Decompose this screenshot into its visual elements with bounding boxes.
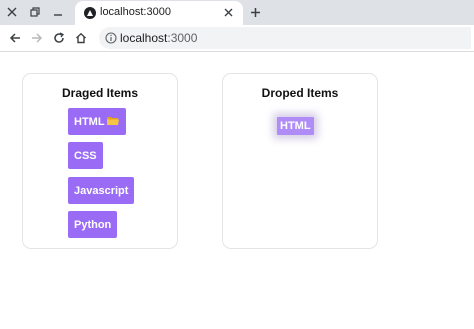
back-icon[interactable] [6, 29, 24, 47]
close-window-icon[interactable] [4, 4, 20, 20]
draggable-item-css[interactable]: CSS [68, 142, 103, 169]
new-tab-icon[interactable] [247, 4, 263, 20]
tab-title: localhost:3000 [100, 6, 171, 18]
item-label: Python [74, 218, 112, 231]
site-info-icon[interactable] [105, 32, 117, 44]
dropped-item-html[interactable]: HTML [277, 117, 314, 135]
browser-toolbar: localhost:3000 [0, 25, 474, 52]
item-label: HTML [280, 120, 311, 132]
restore-window-icon[interactable] [27, 4, 43, 20]
minimize-window-icon[interactable] [50, 4, 66, 20]
url-host: localhost [120, 31, 168, 45]
reload-icon[interactable] [50, 29, 68, 47]
close-tab-icon[interactable] [221, 5, 235, 19]
item-label: CSS [74, 149, 97, 162]
browser-tab[interactable]: localhost:3000 [75, 1, 243, 25]
browser-tab-bar: localhost:3000 [0, 0, 474, 25]
dropped-items-panel[interactable]: Droped Items HTML [222, 73, 378, 249]
forward-icon[interactable] [28, 29, 46, 47]
item-label: HTML [74, 115, 105, 128]
url-text: localhost:3000 [120, 31, 197, 45]
favicon-icon [84, 7, 96, 19]
address-bar[interactable]: localhost:3000 [99, 27, 471, 49]
dragged-items-panel: Draged Items HTML CSS Javascript Python [22, 73, 178, 249]
dropped-panel-title: Droped Items [261, 86, 339, 100]
folder-icon [106, 115, 120, 129]
home-icon[interactable] [72, 29, 90, 47]
draggable-item-html[interactable]: HTML [68, 108, 126, 135]
draggable-item-python[interactable]: Python [68, 211, 118, 238]
item-label: Javascript [74, 184, 129, 197]
url-port: :3000 [167, 31, 198, 45]
dragged-panel-title: Draged Items [61, 86, 139, 100]
draggable-item-javascript[interactable]: Javascript [68, 177, 135, 204]
